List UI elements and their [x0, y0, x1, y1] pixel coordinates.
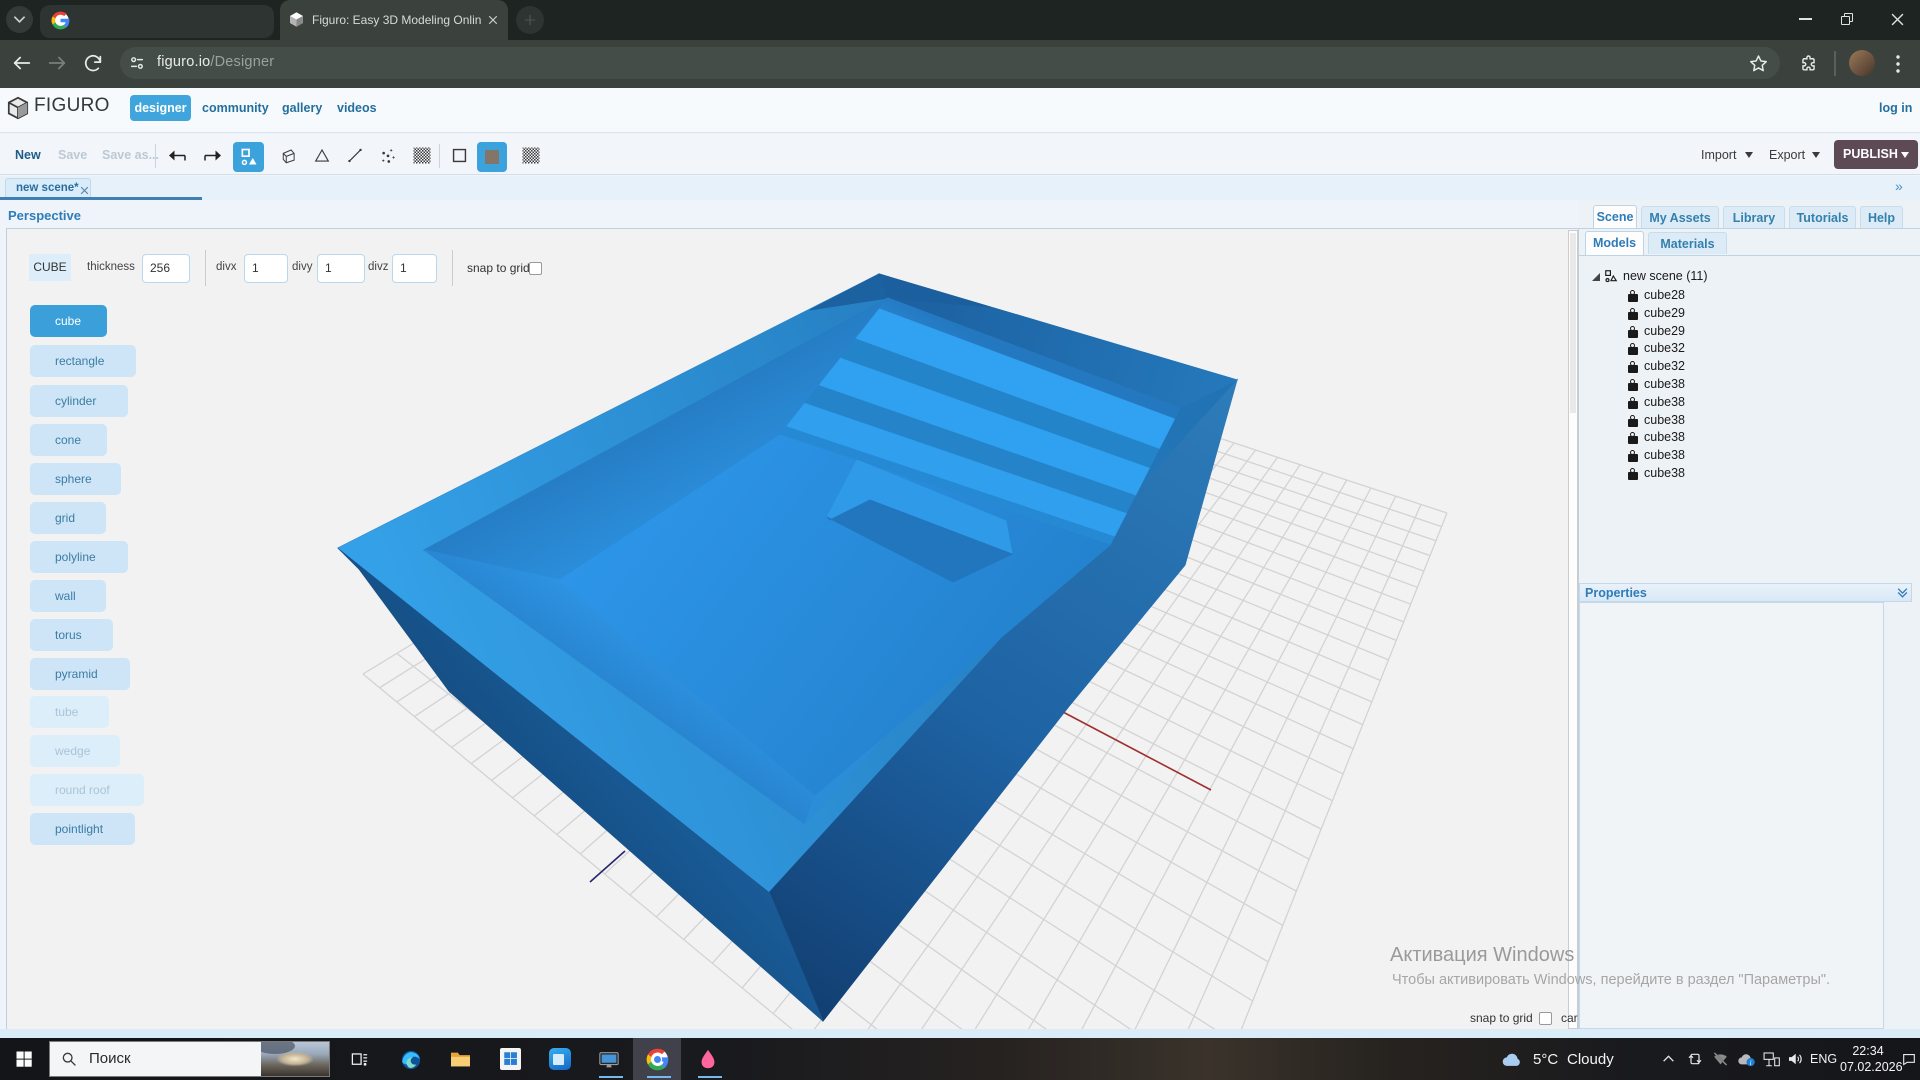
svg-text:i: i	[1750, 1059, 1752, 1067]
